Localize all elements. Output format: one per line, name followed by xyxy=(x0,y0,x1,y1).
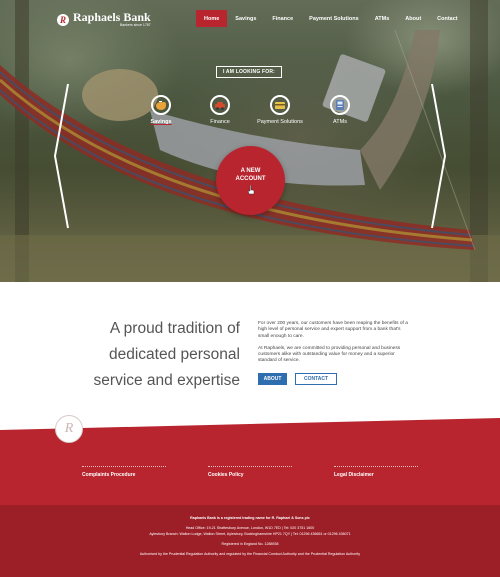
hero-banner: R Raphaels Bank Bankers since 1787 Home … xyxy=(0,0,500,282)
category-savings[interactable]: Savings xyxy=(131,95,191,125)
legal-text: Raphaels Bank is a registered trading na… xyxy=(0,515,500,557)
intro-heading-line2: dedicated personal xyxy=(109,346,240,363)
nav-payment-solutions[interactable]: Payment Solutions xyxy=(301,10,367,27)
cookies-policy-link[interactable]: Cookies Policy xyxy=(208,466,292,478)
hand-cursor-icon xyxy=(247,184,254,194)
nav-finance[interactable]: Finance xyxy=(264,10,301,27)
logo-name: Raphaels Bank xyxy=(73,10,151,24)
intro-heading-line1: A proud tradition of xyxy=(109,320,240,337)
complaints-procedure-link[interactable]: Complaints Procedure xyxy=(82,466,166,478)
category-atms[interactable]: ATMs xyxy=(310,95,370,125)
cta-line2: ACCOUNT xyxy=(235,175,266,182)
footer-links: Complaints Procedure Cookies Policy Lega… xyxy=(82,466,418,478)
main-nav: Home Savings Finance Payment Solutions A… xyxy=(196,10,466,27)
category-label: Payment Solutions xyxy=(257,119,303,125)
card-icon xyxy=(270,95,290,115)
intro-heading-line3: service and expertise xyxy=(93,372,240,389)
new-account-button[interactable]: A NEW ACCOUNT xyxy=(216,146,285,215)
intro-buttons: ABOUT CONTACT xyxy=(258,373,337,385)
previous-slide-arrow[interactable] xyxy=(52,82,70,230)
logo-tagline: Bankers since 1787 xyxy=(119,23,151,27)
about-button[interactable]: ABOUT xyxy=(258,373,287,385)
category-payment-solutions[interactable]: Payment Solutions xyxy=(250,95,310,125)
cta-line1: A NEW xyxy=(240,167,261,174)
nav-atms[interactable]: ATMs xyxy=(367,10,398,27)
car-icon xyxy=(210,95,230,115)
category-finance[interactable]: Finance xyxy=(190,95,250,125)
looking-for-label: I AM LOOKING FOR: xyxy=(216,66,282,78)
atm-icon xyxy=(330,95,350,115)
logo-mark: R xyxy=(57,13,69,26)
legal-disclaimer-link[interactable]: Legal Disclaimer xyxy=(334,466,418,478)
raphaels-seal-logo: R xyxy=(55,415,83,443)
next-slide-arrow[interactable] xyxy=(430,82,448,230)
intro-paragraph-2: At Raphaels, we are committed to providi… xyxy=(258,345,401,364)
intro-copy: For over 200 years, our customers have b… xyxy=(258,321,408,365)
intro-paragraph-1: For over 200 years, our customers have b… xyxy=(258,321,408,339)
category-label: Savings xyxy=(150,119,172,125)
piggy-bank-icon xyxy=(151,95,171,115)
intro-heading: A proud tradition of dedicated personal … xyxy=(80,316,240,394)
nav-about[interactable]: About xyxy=(397,10,429,27)
contact-button[interactable]: CONTACT xyxy=(295,373,337,385)
bank-logo[interactable]: R Raphaels Bank Bankers since 1787 xyxy=(57,11,151,28)
nav-home[interactable]: Home xyxy=(196,10,228,27)
nav-contact[interactable]: Contact xyxy=(429,10,465,27)
legal-regulation: Authorised by the Prudential Regulation … xyxy=(139,552,361,556)
category-label: Finance xyxy=(210,119,230,125)
nav-savings[interactable]: Savings xyxy=(227,10,264,27)
hero-overlay xyxy=(0,0,500,282)
category-label: ATMs xyxy=(333,119,347,125)
